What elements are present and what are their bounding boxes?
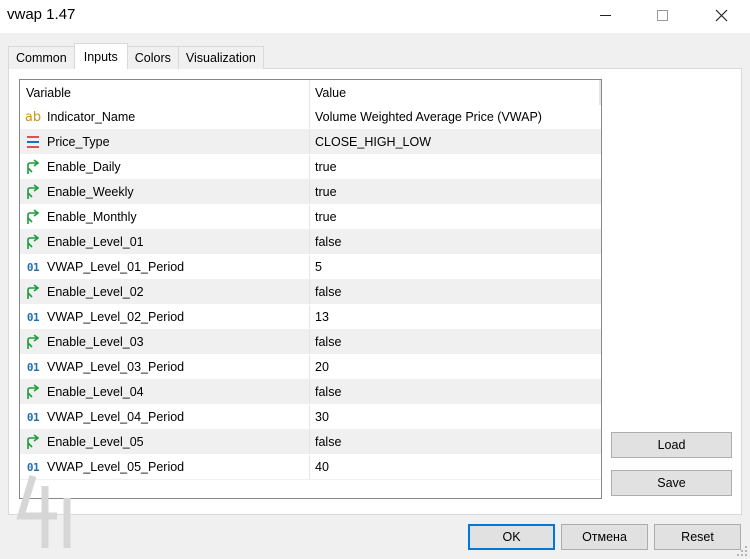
bool-icon [24,384,42,400]
variable-name: Enable_Level_03 [47,335,144,349]
variable-cell[interactable]: Enable_Level_01 [20,230,310,254]
grid-header: Variable Value [20,80,601,105]
variable-cell[interactable]: 01 VWAP_Level_03_Period [20,355,310,379]
bool-icon [24,209,42,225]
minimize-button[interactable] [583,0,627,31]
table-row[interactable]: 01 VWAP_Level_02_Period 13 [20,305,601,330]
value-cell[interactable]: 20 [310,355,600,379]
variable-name: VWAP_Level_04_Period [47,410,185,424]
value-cell[interactable]: 30 [310,405,600,429]
load-button[interactable]: Load [611,432,732,458]
tab-common[interactable]: Common [8,46,75,69]
table-row[interactable]: Enable_Level_01 false [20,230,601,255]
window-title: vwap 1.47 [7,6,76,23]
value-cell[interactable]: false [310,230,600,254]
reset-button[interactable]: Reset [654,524,741,550]
variable-name: Enable_Level_02 [47,285,144,299]
watermark-logo-icon [16,474,71,548]
table-row[interactable]: Price_Type CLOSE_HIGH_LOW [20,130,601,155]
value-cell[interactable]: true [310,155,600,179]
bool-icon [24,334,42,350]
title-bar: vwap 1.47 [0,0,750,33]
int-icon: 01 [26,410,40,424]
minimize-icon [599,15,611,16]
save-button[interactable]: Save [611,470,732,496]
value-cell[interactable]: Volume Weighted Average Price (VWAP) [310,105,600,129]
variable-cell[interactable]: Enable_Weekly [20,180,310,204]
variable-name: Indicator_Name [47,110,136,124]
string-icon: ab [24,109,42,125]
variable-cell[interactable]: Enable_Level_04 [20,380,310,404]
variable-name: Enable_Weekly [47,185,134,199]
table-row[interactable]: 01 VWAP_Level_01_Period 5 [20,255,601,280]
value-cell[interactable]: true [310,205,600,229]
resize-grip-icon[interactable] [736,545,748,557]
variable-name: VWAP_Level_02_Period [47,310,185,324]
value-cell[interactable]: false [310,380,600,404]
bool-icon [24,284,42,300]
table-row[interactable]: Enable_Level_03 false [20,330,601,355]
variable-name: VWAP_Level_03_Period [47,360,185,374]
variable-cell[interactable]: Enable_Monthly [20,205,310,229]
cancel-button[interactable]: Отмена [561,524,648,550]
variable-cell[interactable]: Enable_Level_02 [20,280,310,304]
maximize-icon [656,10,668,21]
variable-cell[interactable]: Enable_Level_05 [20,430,310,454]
variable-name: Enable_Level_04 [47,385,144,399]
int-icon: 01 [26,310,40,324]
value-cell[interactable]: CLOSE_HIGH_LOW [310,130,600,154]
tab-visualization[interactable]: Visualization [177,46,264,69]
value-cell[interactable]: false [310,280,600,304]
table-row[interactable]: Enable_Weekly true [20,180,601,205]
value-cell[interactable]: 5 [310,255,600,279]
value-cell[interactable]: 13 [310,305,600,329]
variable-name: Price_Type [47,135,110,149]
variable-cell[interactable]: Enable_Daily [20,155,310,179]
bool-icon [24,434,42,450]
close-icon [715,9,727,22]
enum-icon [24,134,42,150]
value-cell[interactable]: false [310,330,600,354]
tab-colors[interactable]: Colors [126,46,179,69]
bool-icon [24,234,42,250]
table-row[interactable]: Enable_Level_02 false [20,280,601,305]
variable-name: Enable_Level_05 [47,435,144,449]
grid-rows: ab Indicator_Name Volume Weighted Average … [20,105,601,480]
table-row[interactable]: Enable_Daily true [20,155,601,180]
table-row[interactable]: Enable_Monthly true [20,205,601,230]
variable-cell[interactable]: 01 VWAP_Level_04_Period [20,405,310,429]
variable-cell[interactable]: 01 VWAP_Level_02_Period [20,305,310,329]
int-icon: 01 [26,260,40,274]
variable-name: Enable_Daily [47,160,121,174]
variable-cell[interactable]: Price_Type [20,130,310,154]
close-button[interactable] [699,0,743,31]
value-cell[interactable]: true [310,180,600,204]
variable-cell[interactable]: Enable_Level_03 [20,330,310,354]
column-header-variable[interactable]: Variable [20,80,310,105]
tab-inputs[interactable]: Inputs [73,43,128,69]
int-icon: 01 [26,360,40,374]
value-cell[interactable]: 40 [310,455,600,479]
ok-button[interactable]: OK [468,524,555,550]
maximize-button[interactable] [640,0,684,31]
bool-icon [24,184,42,200]
value-cell[interactable]: false [310,430,600,454]
variable-name: VWAP_Level_01_Period [47,260,185,274]
inputs-grid: Variable Value ab Indicator_Name Volume We… [19,79,602,499]
table-row[interactable]: Enable_Level_05 false [20,430,601,455]
table-row[interactable]: 01 VWAP_Level_05_Period 40 [20,455,601,480]
table-row[interactable]: Enable_Level_04 false [20,380,601,405]
table-row[interactable]: ab Indicator_Name Volume Weighted Average … [20,105,601,130]
variable-cell[interactable]: 01 VWAP_Level_01_Period [20,255,310,279]
table-row[interactable]: 01 VWAP_Level_03_Period 20 [20,355,601,380]
tab-bar: Common Inputs Colors Visualization [8,43,264,69]
variable-cell[interactable]: ab Indicator_Name [20,105,310,129]
variable-name: Enable_Level_01 [47,235,144,249]
variable-name: Enable_Monthly [47,210,137,224]
header-divider [599,80,601,105]
bool-icon [24,159,42,175]
column-header-value[interactable]: Value [310,80,600,105]
table-row[interactable]: 01 VWAP_Level_04_Period 30 [20,405,601,430]
